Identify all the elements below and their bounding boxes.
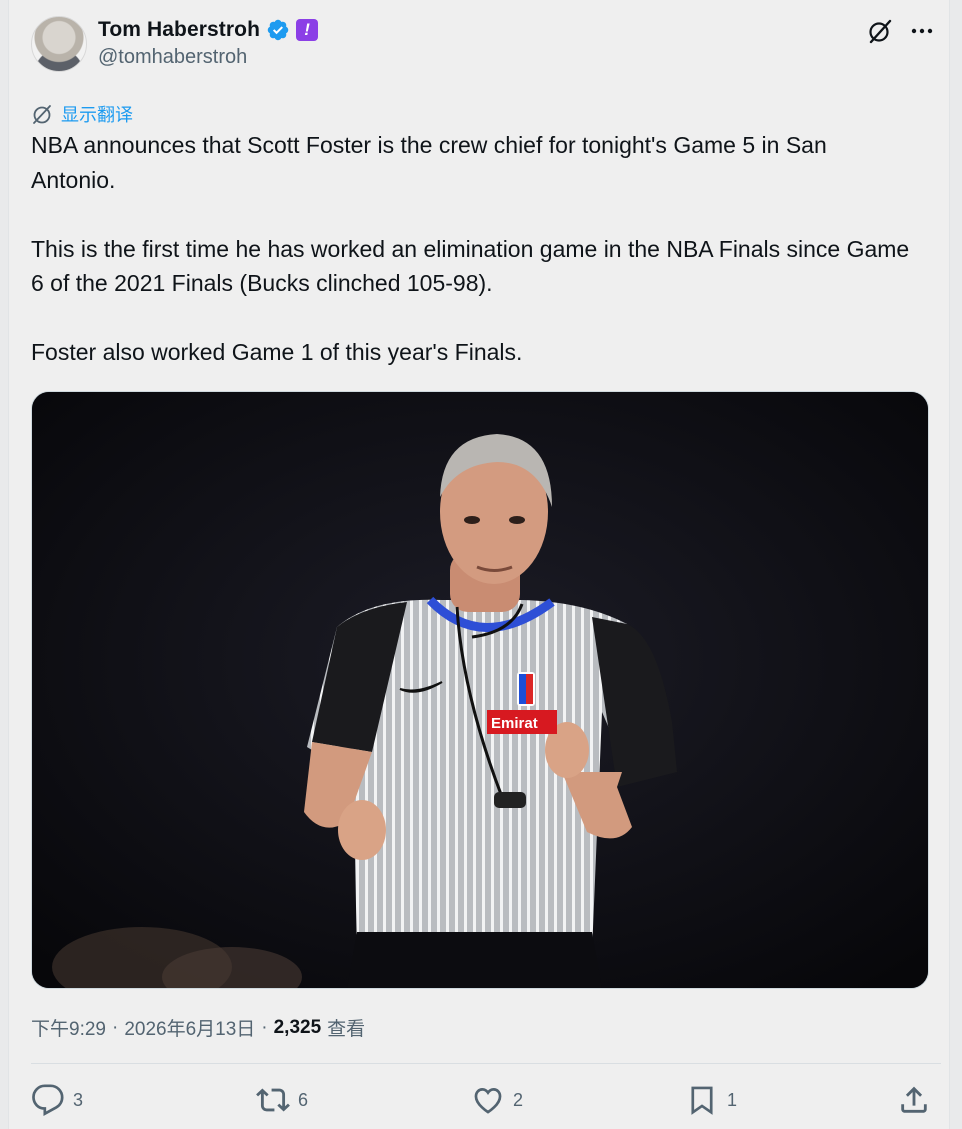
repost-count: 6 (298, 1089, 309, 1110)
author-handle[interactable]: @tomhaberstroh (98, 46, 247, 69)
view-count: 2,325 (273, 1016, 322, 1038)
tweet-header: Tom Haberstroh ! @tomhaberstroh (31, 14, 941, 74)
bookmark-count: 1 (727, 1089, 738, 1110)
referee-illustration: Emirat (32, 392, 928, 988)
tweet-date[interactable]: 2026年6月13日 (124, 1014, 255, 1041)
more-dots-icon[interactable] (909, 18, 935, 44)
repost-icon (256, 1088, 290, 1112)
bookmark-icon (691, 1086, 713, 1115)
show-translation-label[interactable]: 显示翻译 (61, 101, 133, 127)
like-button[interactable]: 2 (471, 1080, 523, 1120)
avatar[interactable] (31, 16, 87, 72)
reply-count: 3 (73, 1089, 84, 1110)
reply-icon (32, 1084, 64, 1117)
tweet-card: Tom Haberstroh ! @tomhaberstroh 显示翻译 NBA… (8, 0, 950, 1129)
share-icon (901, 1086, 927, 1113)
show-translation-link[interactable]: 显示翻译 (31, 101, 133, 127)
repost-button[interactable]: 6 (256, 1080, 308, 1120)
media-patch-text: Emirat (491, 715, 538, 732)
tweet-text: NBA announces that Scott Foster is the c… (31, 128, 911, 370)
tweet-photo[interactable]: Emirat (31, 391, 929, 989)
tweet-paragraph: Foster also worked Game 1 of this year's… (31, 339, 523, 365)
verified-badge-icon (267, 19, 289, 41)
tweet-paragraph: NBA announces that Scott Foster is the c… (31, 132, 827, 193)
like-count: 2 (513, 1089, 524, 1110)
meta-separator: · (261, 1016, 268, 1038)
tweet-meta: 下午9:29 · 2026年6月13日 · 2,325 查看 (31, 1014, 365, 1041)
author-name-row: Tom Haberstroh ! (98, 16, 319, 44)
heart-icon (474, 1088, 502, 1114)
author-name[interactable]: Tom Haberstroh (98, 18, 260, 42)
view-count-label: 查看 (327, 1019, 366, 1040)
bookmark-button[interactable]: 1 (685, 1080, 737, 1120)
translate-globe-icon (33, 105, 51, 124)
grok-slash-icon[interactable] (867, 18, 893, 44)
tweet-actions: 3 6 2 1 (31, 1080, 941, 1120)
tweet-paragraph: This is the first time he has worked an … (31, 235, 910, 297)
share-button[interactable] (897, 1080, 931, 1120)
divider (31, 1063, 941, 1064)
reply-button[interactable]: 3 (31, 1080, 83, 1120)
header-actions (867, 18, 935, 44)
purple-exclamation-badge-icon: ! (296, 19, 319, 41)
meta-separator: · (111, 1016, 119, 1038)
tweet-time[interactable]: 下午9:29 (31, 1014, 106, 1041)
